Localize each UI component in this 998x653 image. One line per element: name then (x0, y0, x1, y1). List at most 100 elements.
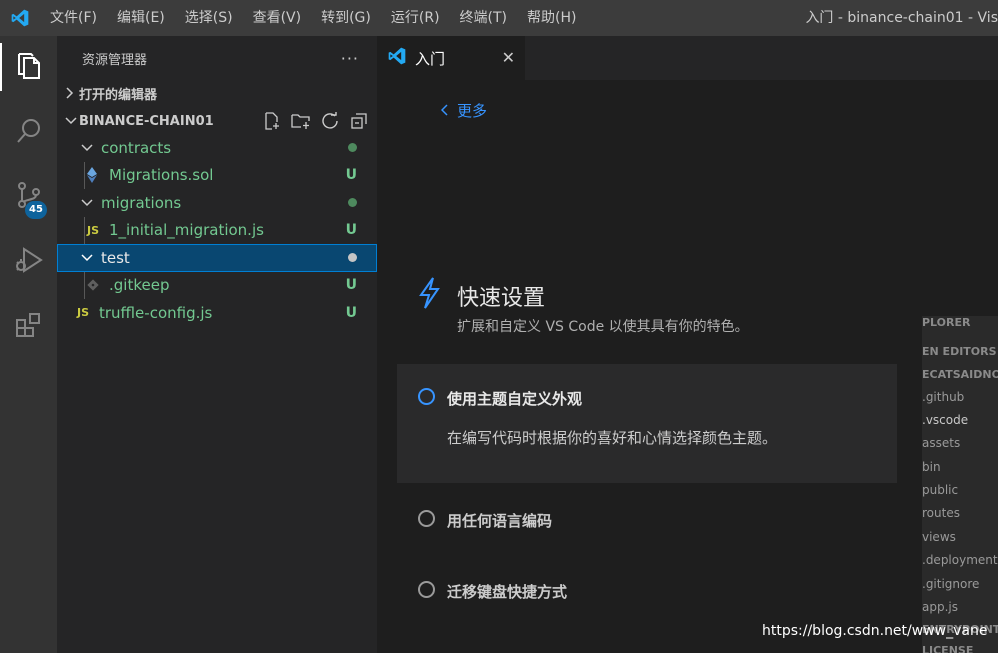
title-bar: 文件(F) 编辑(E) 选择(S) 查看(V) 转到(G) 运行(R) 终端(T… (0, 0, 998, 36)
tab-bar: 入门 ✕ (377, 36, 998, 80)
folder-label: test (101, 248, 130, 267)
tab-label: 入门 (415, 49, 446, 68)
activity-bar: 45 (0, 36, 57, 653)
preview-line: EN EDITORS (922, 345, 997, 358)
chevron-left-icon (440, 102, 449, 120)
untracked-status: U (345, 222, 357, 239)
workspace-label: BINANCE-CHAIN01 (79, 113, 214, 129)
javascript-file-icon: JS (87, 223, 100, 237)
menu-selection[interactable]: 选择(S) (175, 0, 243, 36)
preview-line: public (922, 483, 959, 497)
preview-line: routes (922, 506, 960, 520)
preview-line: .gitignore (922, 577, 980, 591)
file-label: 1_initial_migration.js (109, 221, 264, 240)
files-icon (15, 52, 43, 82)
tree-file-truffle-config[interactable]: JS truffle-config.js U (57, 299, 377, 327)
step-keybindings[interactable]: 迁移键盘快捷方式 (397, 577, 897, 607)
preview-line: assets (922, 436, 961, 450)
step-title: 迁移键盘快捷方式 (447, 583, 568, 601)
chevron-down-icon (79, 253, 95, 263)
file-label: Migrations.sol (109, 166, 214, 185)
refresh-icon[interactable] (320, 111, 340, 131)
tree-file-migrations-sol[interactable]: Migrations.sol U (57, 161, 377, 189)
menu-terminal[interactable]: 终端(T) (450, 0, 517, 36)
search-activity[interactable] (0, 103, 57, 159)
run-debug-activity[interactable] (0, 232, 57, 288)
tree-folder-migrations[interactable]: migrations (57, 189, 377, 217)
step-checkbox-icon[interactable] (418, 581, 435, 598)
source-control-activity[interactable]: 45 (0, 167, 57, 223)
quick-setup-subtitle: 扩展和自定义 VS Code 以使其具有你的特色。 (457, 319, 749, 335)
untracked-status: U (345, 167, 357, 184)
tree-file-gitkeep[interactable]: .gitkeep U (57, 271, 377, 299)
preview-line: .deployment (922, 553, 998, 567)
explorer-activity[interactable] (0, 39, 57, 95)
step-language[interactable]: 用任何语言编码 (397, 506, 897, 536)
back-more-link[interactable]: 更多 (440, 100, 488, 121)
lightning-icon (417, 276, 441, 314)
tab-getting-started[interactable]: 入门 ✕ (377, 36, 525, 80)
modified-dot (348, 134, 357, 162)
more-actions-button[interactable]: ··· (341, 49, 359, 68)
chevron-right-icon (57, 87, 79, 99)
solidity-file-icon (87, 167, 109, 184)
file-label: .gitkeep (109, 276, 170, 295)
javascript-file-icon: JS (77, 306, 90, 320)
menu-run[interactable]: 运行(R) (381, 0, 450, 36)
folder-label: migrations (101, 193, 182, 212)
explorer-sidebar: 资源管理器 ··· 打开的编辑器 BINANCE-CHAIN01 contrac… (57, 36, 377, 653)
step-title: 使用主题自定义外观 (447, 390, 583, 408)
folder-label: contracts (101, 138, 172, 157)
watermark-text: https://blog.csdn.net/www_vane (762, 623, 988, 639)
vscode-logo-icon (0, 0, 40, 36)
file-label: truffle-config.js (99, 303, 213, 322)
preview-line: .github (922, 390, 965, 404)
untracked-status: U (345, 304, 357, 321)
preview-line: PLORER (922, 316, 971, 329)
workspace-section[interactable]: BINANCE-CHAIN01 (57, 108, 377, 134)
search-icon (15, 117, 43, 145)
chevron-down-icon (79, 143, 95, 153)
preview-line: LICENSE (922, 644, 974, 653)
modified-dot (348, 189, 357, 217)
menu-file[interactable]: 文件(F) (40, 0, 107, 36)
back-link-label: 更多 (457, 102, 488, 120)
preview-line: app.js (922, 600, 958, 614)
explorer-header: 资源管理器 ··· (57, 36, 377, 80)
step-theme[interactable]: 使用主题自定义外观 在编写代码时根据你的喜好和心情选择颜色主题。 (397, 364, 897, 483)
step-description: 在编写代码时根据你的喜好和心情选择颜色主题。 (447, 429, 778, 447)
preview-line: bin (922, 460, 941, 474)
untracked-status: U (345, 277, 357, 294)
vscode-logo-icon (387, 46, 407, 70)
indent-guide (84, 216, 85, 244)
menu-help[interactable]: 帮助(H) (517, 0, 586, 36)
menu-go[interactable]: 转到(G) (311, 0, 381, 36)
close-icon[interactable]: ✕ (502, 48, 515, 67)
open-editors-label: 打开的编辑器 (79, 87, 158, 103)
step-checkbox-icon[interactable] (418, 388, 435, 405)
tree-folder-test[interactable]: test (57, 244, 377, 272)
chevron-down-icon (57, 116, 79, 126)
step-title: 用任何语言编码 (447, 512, 553, 530)
menu-edit[interactable]: 编辑(E) (107, 0, 175, 36)
indent-guide (84, 161, 85, 189)
editor-area: 入门 ✕ 更多 快速设置 扩展和自定义 VS Code 以使其具有你的特色。 使… (377, 36, 998, 653)
new-folder-icon[interactable] (291, 111, 311, 131)
preview-line: ECATSAIDNO (922, 368, 998, 381)
explorer-title: 资源管理器 (82, 52, 148, 68)
open-editors-section[interactable]: 打开的编辑器 (57, 80, 377, 106)
menu-view[interactable]: 查看(V) (243, 0, 312, 36)
extensions-icon (14, 311, 44, 341)
extensions-activity[interactable] (0, 298, 57, 354)
step-checkbox-icon[interactable] (418, 510, 435, 527)
tree-folder-contracts[interactable]: contracts (57, 134, 377, 162)
indent-guide (84, 271, 85, 299)
chevron-down-icon (79, 198, 95, 208)
modified-dot (348, 244, 357, 272)
quick-setup-title: 快速设置 (457, 286, 546, 311)
new-file-icon[interactable] (262, 111, 282, 131)
tree-file-initial-migration[interactable]: JS 1_initial_migration.js U (57, 216, 377, 244)
collapse-all-icon[interactable] (349, 111, 369, 131)
preview-line: views (922, 530, 956, 544)
theme-preview-image: PLORER EN EDITORS ECATSAIDNO .github .vs… (922, 316, 998, 653)
